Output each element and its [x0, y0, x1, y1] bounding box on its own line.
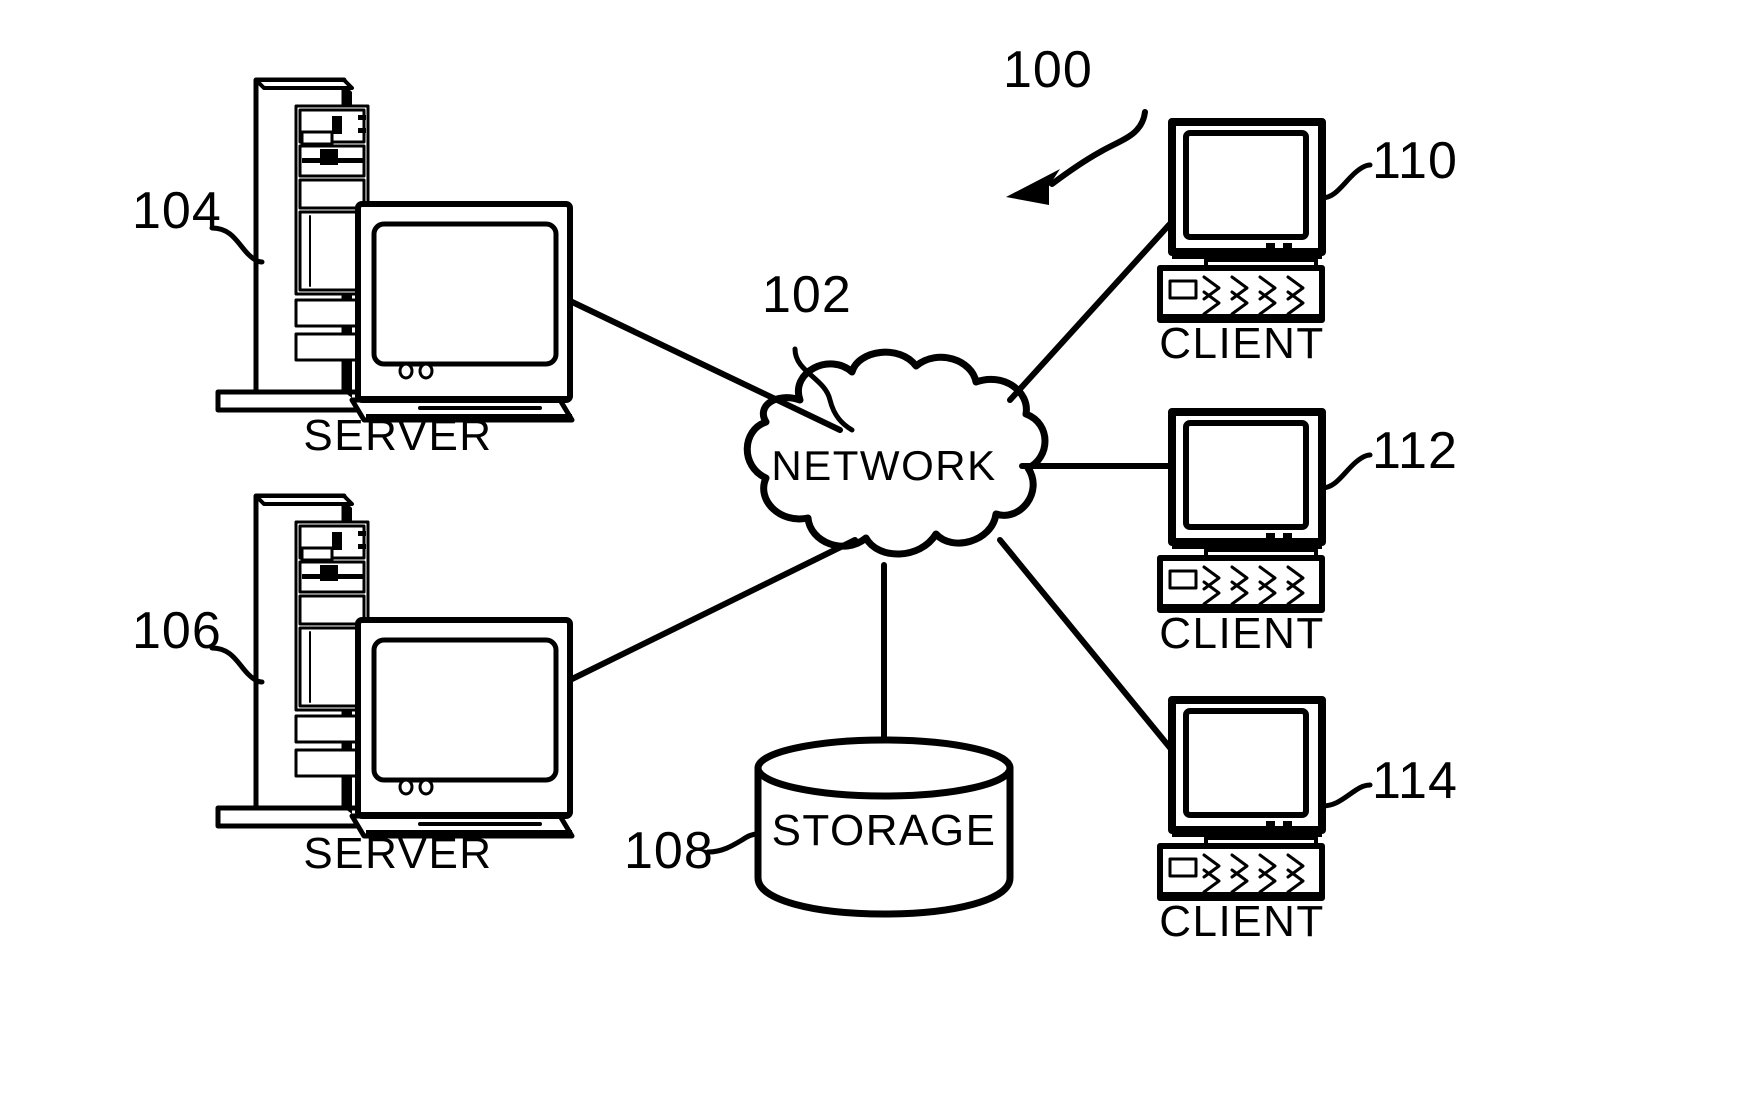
reference-leader-112	[1319, 452, 1373, 491]
leader-line-114	[1319, 782, 1373, 809]
server-104-monitor-screen	[371, 221, 559, 367]
server-106-monitor-led-1	[398, 778, 414, 796]
server-106-drive-slot-a	[332, 532, 342, 550]
client-114-monitor-bottom	[1172, 830, 1322, 837]
overall-arrow	[1006, 109, 1148, 205]
client-110-led-1	[1266, 243, 1275, 252]
reference-number-104: 104	[132, 182, 222, 240]
server-104-drive-led-a	[358, 115, 366, 120]
server-106-drive-led-b	[358, 544, 366, 549]
arrow-head	[1006, 169, 1060, 205]
reference-number-100: 100	[1003, 41, 1093, 99]
client-112-led-2	[1283, 533, 1292, 542]
client-112-monitor-screen	[1183, 420, 1309, 530]
client-110-node[interactable]: CLIENT	[1157, 118, 1326, 368]
server-104-node[interactable]: SERVER	[215, 77, 575, 460]
server-106-tower-top	[254, 494, 354, 506]
reference-number-110: 110	[1372, 132, 1458, 190]
reference-number-106: 106	[132, 602, 222, 660]
link-network-client110	[1007, 212, 1181, 403]
reference-number-114: 114	[1372, 752, 1458, 810]
client-112-node[interactable]: CLIENT	[1157, 408, 1326, 658]
client-114-node[interactable]: CLIENT	[1157, 696, 1326, 946]
server-106-drive-tray	[300, 546, 334, 562]
client-112-label: CLIENT	[1159, 609, 1324, 658]
server-106-drive-button	[320, 565, 338, 581]
client-114-led-2	[1283, 821, 1292, 830]
network-label: NETWORK	[771, 442, 996, 489]
client-110-led-2	[1283, 243, 1292, 252]
server-104-drive-tray	[300, 130, 334, 146]
server-106-monitor-foot	[358, 812, 570, 818]
arrow-shaft	[1049, 109, 1148, 187]
client-110-monitor-screen	[1183, 130, 1309, 240]
storage-top-ellipse	[754, 736, 1014, 800]
leader-line-112	[1319, 452, 1373, 491]
client-114-keyboard-keypad	[1168, 857, 1198, 878]
server-106-node[interactable]: SERVER	[215, 493, 575, 878]
client-110-monitor-bottom	[1172, 252, 1322, 259]
client-114-led-1	[1266, 821, 1275, 830]
reference-leader-110	[1319, 162, 1373, 201]
server-106-monitor-led-2	[418, 778, 434, 796]
server-104-label: SERVER	[303, 411, 492, 460]
client-114-label: CLIENT	[1159, 897, 1324, 946]
client-114-monitor-screen	[1183, 708, 1309, 818]
client-112-monitor-bottom	[1172, 542, 1322, 549]
server-104-drive-slot-a	[332, 116, 342, 134]
network-cloud-node[interactable]: NETWORK	[743, 348, 1049, 558]
server-104-drive-button	[320, 149, 338, 165]
reference-number-108: 108	[624, 822, 714, 880]
client-110-label: CLIENT	[1159, 319, 1324, 368]
storage-node[interactable]: STORAGE	[754, 736, 1014, 918]
server-104-blank-panel	[298, 178, 366, 210]
server-104-monitor-led-2	[418, 362, 434, 380]
server-106-monitor-screen	[371, 637, 559, 783]
server-104-monitor-led-1	[398, 362, 414, 380]
leader-line-108	[705, 831, 761, 855]
reference-leader-108	[705, 831, 761, 855]
reference-number-102: 102	[762, 266, 852, 324]
server-104-drive-led-b	[358, 128, 366, 133]
server-106-drive-led-a	[358, 531, 366, 536]
leader-line-110	[1319, 162, 1373, 201]
reference-number-112: 112	[1372, 422, 1458, 480]
client-112-led-1	[1266, 533, 1275, 542]
server-106-label: SERVER	[303, 829, 492, 878]
link-server106-network	[567, 537, 858, 683]
reference-leader-114	[1319, 782, 1373, 809]
storage-label: STORAGE	[772, 806, 997, 855]
network-diagram-canvas: NETWORK 102 100 SERVER 104 SERVER 106 CL…	[132, 41, 1458, 946]
client-110-keyboard-keypad	[1168, 279, 1198, 300]
patent-figure: NETWORK 102 100 SERVER 104 SERVER 106 CL…	[0, 0, 1744, 1101]
client-112-keyboard-keypad	[1168, 569, 1198, 590]
server-104-tower-top	[254, 78, 354, 90]
link-network-client114	[997, 537, 1183, 763]
server-104-monitor-foot	[358, 396, 570, 402]
server-106-blank-panel	[298, 594, 366, 626]
